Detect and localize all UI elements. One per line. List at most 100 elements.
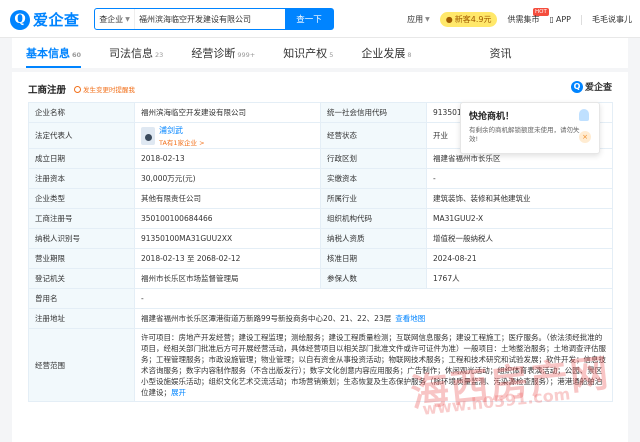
expand-link[interactable]: 展开 [171,388,186,397]
nav-divider [581,14,582,25]
change-alert-link[interactable]: 发生变更时提醒我 [74,84,135,94]
field-label: 注册地址 [28,308,135,329]
field-label: 参保人数 [320,268,427,289]
tab-count: 23 [155,51,164,59]
field-label: 企业名称 [28,102,135,123]
legal-text: 浦剑武 TA有1家企业 > [159,125,205,147]
brand-icon: Q [570,80,583,93]
search-button[interactable]: 查一下 [285,9,333,29]
tab-basic-info[interactable]: 基本信息 60 [12,45,95,68]
tab-label: 司法信息 [109,47,154,60]
search-type-select[interactable]: 查企业 ▼ [95,9,135,29]
logo-text: 爱企查 [33,11,80,29]
field-label: 登记机关 [28,268,135,289]
chevron-down-icon: ▼ [125,15,130,23]
change-alert-label: 发生变更时提醒我 [83,86,136,94]
top-nav: 应用 ▼ ● 新客4.9元 供需集市 ▯ APP 毛毛说事儿 [397,12,632,27]
tab-business-diagnosis[interactable]: 经营诊断 999+ [177,45,269,68]
view-map-link[interactable]: 查看地图 [395,314,425,323]
chevron-down-icon: ▼ [425,16,430,23]
tab-ip[interactable]: 知识产权 5 [269,45,347,68]
field-label: 统一社会信用代码 [320,102,427,123]
tab-label: 基本信息 [26,47,70,60]
field-value: 其他有限责任公司 [134,188,321,209]
address-value: 福建省福州市长乐区潭港街道万新路99号新投商务中心20、21、22、23层 [141,314,392,323]
field-label: 经营状态 [320,122,427,149]
popup-title: 快抢商机！ [469,112,515,122]
field-value: 2018-02-13 至 2068-02-12 [134,248,321,269]
avatar-head [144,133,152,141]
field-label: 法定代表人 [28,122,135,149]
user-menu[interactable]: 毛毛说事儿 [592,14,632,25]
field-value: 1767人 [426,268,613,289]
field-value: 2024-08-21 [426,248,613,269]
field-value: 浦剑武 TA有1家企业 > [134,122,321,149]
field-label: 纳税人资质 [320,228,427,249]
field-label: 企业类型 [28,188,135,209]
table-row: 纳税人识别号 91350100MA31GUU2XX 纳税人资质 增值税一般纳税人 [28,228,613,249]
app-menu[interactable]: 应用 ▼ [407,14,430,25]
market-link[interactable]: 供需集市 [507,14,539,25]
app-label: APP [555,15,571,24]
field-value: MA31GUU2-X [426,208,613,229]
table-row: 登记机关 福州市长乐区市场监督管理局 参保人数 1767人 [28,268,613,289]
field-label: 注册资本 [28,168,135,189]
logo[interactable]: Q 爱企查 [10,9,80,30]
business-registration-card: 工商注册 发生变更时提醒我 Q 爱企查 企业名称 福州滨海临空开发建设有限公司 统一… [12,72,628,442]
tab-label: 经营诊断 [191,47,236,60]
field-value: 建筑装饰、装修和其他建筑业 [426,188,613,209]
field-value: 福州滨海临空开发建设有限公司 [134,102,321,123]
table-row: 工商注册号 350100100684466 组织机构代码 MA31GUU2-X [28,208,613,229]
field-label: 行政区划 [320,148,427,169]
field-label: 纳税人识别号 [28,228,135,249]
field-label: 成立日期 [28,148,135,169]
avatar [141,126,155,145]
tab-development[interactable]: 企业发展 8 [347,45,425,68]
tab-label: 企业发展 [361,47,406,60]
search-type-label: 查企业 [99,14,124,24]
tab-count: 5 [329,51,334,59]
search-bar: 查企业 ▼ 查一下 [94,8,334,30]
legal-representative[interactable]: 浦剑武 TA有1家企业 > [141,125,314,147]
table-row: 企业类型 其他有限责任公司 所属行业 建筑装饰、装修和其他建筑业 [28,188,613,209]
field-label: 经营范围 [28,328,135,402]
field-value: 350100100684466 [134,208,321,229]
tab-count: 999+ [237,51,256,59]
brand-text: 爱企查 [584,83,612,93]
opportunity-popup[interactable]: 快抢商机！ 有剩余的商机解锁额度未使用，请勿失效! × [460,102,600,154]
field-label: 实缴资本 [320,168,427,189]
search-input[interactable] [135,9,285,29]
popup-text: 有剩余的商机解锁额度未使用，请勿失效! [469,126,580,143]
field-value: 91350100MA31GUU2XX [134,228,321,249]
field-value: 福建省福州市长乐区潭港街道万新路99号新投商务中心20、21、22、23层 查看地… [134,308,613,329]
phone-icon: ▯ [549,15,554,24]
field-value: 2018-02-13 [134,148,321,169]
tab-label: 资讯 [489,47,512,60]
newcomer-label: 新客4.9元 [454,15,492,24]
bell-icon [579,109,589,121]
field-value: - [134,288,613,309]
tab-news[interactable]: 资讯 [475,45,525,68]
field-value: 许可项目：房地产开发经营；建设工程监理；测绘服务；建设工程质量检测；互联网信息服… [134,328,613,402]
field-value: 增值税一般纳税人 [426,228,613,249]
related-companies-link[interactable]: TA有1家企业 > [159,137,205,147]
field-label: 组织机构代码 [320,208,427,229]
logo-icon: Q [10,9,30,30]
legal-name[interactable]: 浦剑武 [159,125,205,136]
tab-count: 60 [72,51,82,59]
tab-count: 8 [407,51,412,59]
app-link[interactable]: ▯ APP [549,15,571,24]
field-label: 所属行业 [320,188,427,209]
clock-icon [74,85,82,93]
field-label: 工商注册号 [28,208,135,229]
tab-judicial-info[interactable]: 司法信息 23 [95,45,177,68]
app-menu-label: 应用 [407,15,424,24]
section-header: 工商注册 发生变更时提醒我 [28,82,135,96]
close-icon[interactable]: × [579,131,591,143]
field-value: - [426,168,613,189]
tab-bar: 基本信息 60 司法信息 23 经营诊断 999+ 知识产权 5 企业发展 8 资讯 [12,38,628,68]
section-title: 工商注册 [28,85,67,96]
newcomer-offer[interactable]: ● 新客4.9元 [439,12,498,27]
coin-icon: ● [445,15,453,24]
field-label: 核准日期 [320,248,427,269]
